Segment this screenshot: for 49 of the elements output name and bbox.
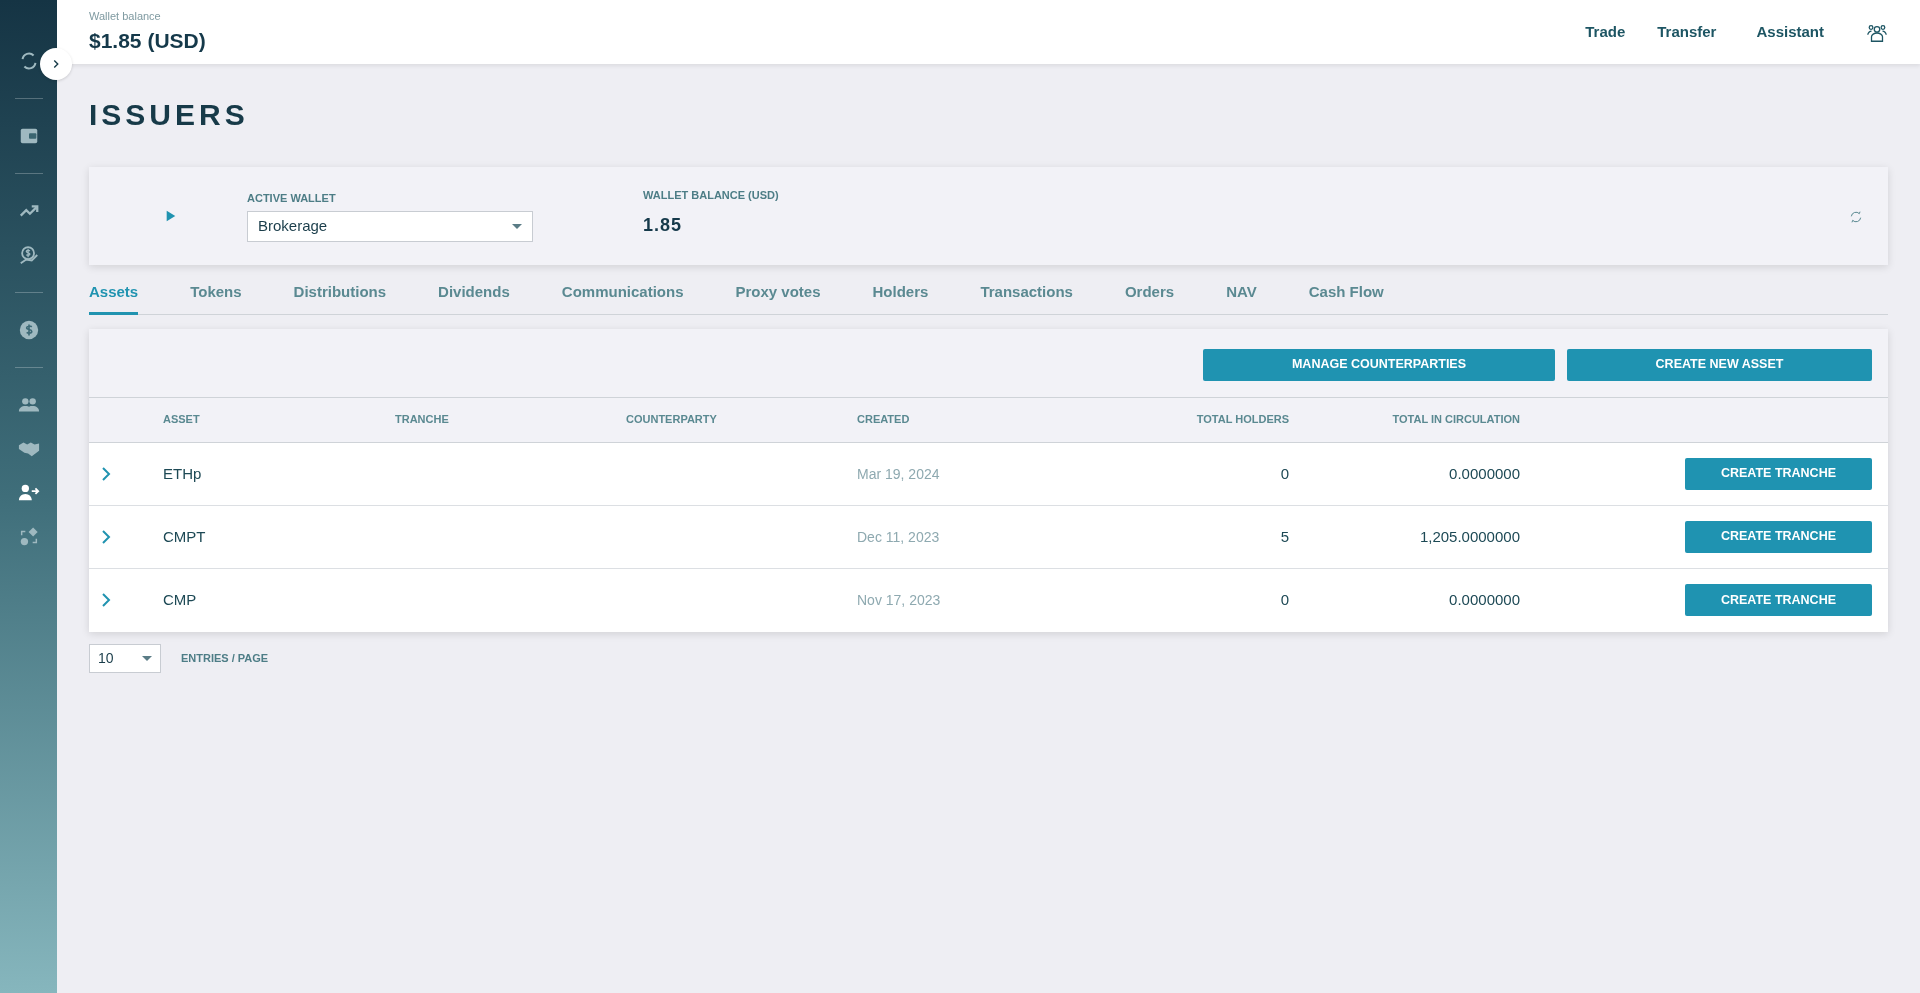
tab[interactable]: Communications: [561, 281, 684, 315]
table-cell: CMPT: [163, 527, 206, 545]
table-cell: 5: [1280, 527, 1289, 545]
nav-link[interactable]: Assistant: [1756, 20, 1824, 44]
table-cell: ETHp: [163, 464, 202, 482]
create-tranche-button[interactable]: CREATE TRANCHE: [1685, 584, 1872, 616]
balance-label: Wallet balance: [89, 9, 162, 24]
column-header: TOTAL HOLDERS: [1195, 412, 1289, 428]
table-cell: 0.0000000: [1449, 464, 1520, 482]
table-cell: 0: [1280, 591, 1289, 608]
table-cell: Dec 11, 2023: [857, 528, 940, 545]
column-header: TRANCHE: [395, 412, 450, 428]
tab[interactable]: Distributions: [293, 281, 387, 315]
action-button[interactable]: MANAGE COUNTERPARTIES: [1203, 348, 1555, 381]
tab[interactable]: Assets: [89, 281, 139, 315]
table-cell: 0: [1280, 464, 1289, 482]
wallet-balance: 1.85: [643, 213, 684, 237]
table-cell: 1,205.0000000: [1419, 527, 1520, 545]
play-icon[interactable]: [165, 209, 177, 223]
balance-value: $1.85 (USD): [89, 27, 206, 54]
column-header: CREATED: [857, 412, 911, 428]
page-size-dropdown[interactable]: 10: [89, 643, 161, 673]
create-tranche-button[interactable]: CREATE TRANCHE: [1685, 520, 1872, 553]
column-header: COUNTERPARTY: [626, 412, 718, 428]
field-label: WALLET BALANCE (USD): [643, 188, 779, 204]
nav-link[interactable]: Transfer: [1657, 20, 1717, 44]
table-cell: 0.0000000: [1449, 591, 1520, 608]
tab[interactable]: Cash Flow: [1308, 281, 1384, 315]
tab[interactable]: Transactions: [980, 281, 1073, 315]
column-header: TOTAL IN CIRCULATION: [1391, 412, 1520, 428]
tab[interactable]: Dividends: [438, 281, 510, 315]
column-header: ASSET: [163, 412, 201, 428]
tab[interactable]: Proxy votes: [735, 281, 821, 315]
tab[interactable]: Holders: [872, 281, 929, 315]
page-title: ISSUERS: [89, 97, 250, 133]
create-tranche-button[interactable]: CREATE TRANCHE: [1685, 457, 1872, 490]
table-cell: CMP: [163, 591, 197, 608]
tab[interactable]: Tokens: [190, 281, 242, 315]
action-button[interactable]: CREATE NEW ASSET: [1567, 348, 1872, 381]
table-cell: Mar 19, 2024: [857, 465, 940, 482]
nav-link[interactable]: Trade: [1585, 20, 1626, 44]
entries-label: ENTRIES / PAGE: [181, 650, 269, 666]
tab[interactable]: NAV: [1226, 281, 1257, 315]
table-cell: Nov 17, 2023: [857, 592, 941, 608]
caret-icon: [512, 223, 522, 229]
tab[interactable]: Orders: [1124, 281, 1175, 315]
field-label: ACTIVE WALLET: [247, 191, 337, 207]
caret-icon: [142, 655, 152, 661]
wallet-dropdown[interactable]: Brokerage: [247, 210, 533, 242]
